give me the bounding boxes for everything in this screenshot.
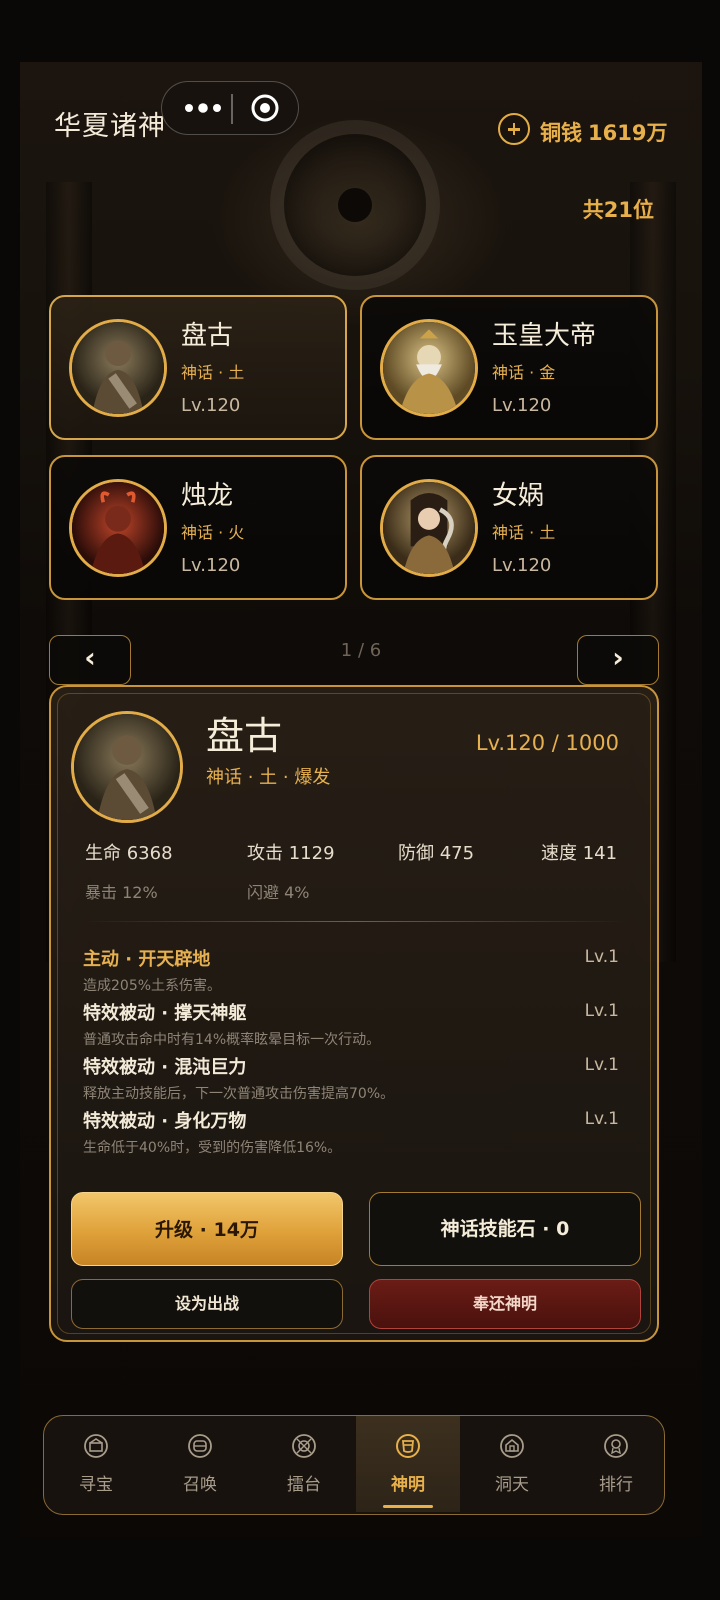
tab-label: 召唤 <box>183 1475 217 1495</box>
god-name: 女娲 <box>492 481 545 511</box>
god-card-jade-emperor[interactable]: 玉皇大帝 神话 · 金 Lv.120 <box>360 295 658 440</box>
game-screen: 华夏诸神 铜钱 1619万 共21位 盘古 神话 · 土 Lv.120 玉皇大帝 … <box>20 62 702 1537</box>
god-name: 盘古 <box>181 321 234 351</box>
god-tags: 神话 · 土 <box>181 363 245 382</box>
mini-program-capsule <box>161 81 299 135</box>
stats-divider <box>81 921 627 922</box>
skill-level: Lv.1 <box>584 1001 619 1021</box>
tab-gods[interactable]: 神明 <box>356 1416 460 1512</box>
god-tags: 神话 · 土 <box>492 523 556 542</box>
background-jade-disc <box>270 120 440 290</box>
stat-crit: 暴击 12% <box>85 883 158 902</box>
god-portrait-jade-emperor <box>380 319 478 417</box>
stat-speed: 速度 141 <box>541 843 618 864</box>
tab-arena[interactable]: 擂台 <box>252 1416 356 1512</box>
detail-portrait <box>71 711 183 823</box>
skill-name: 主动 · 开天辟地 <box>83 949 211 970</box>
stat-dodge: 闪避 4% <box>247 883 310 902</box>
cave-icon <box>500 1434 524 1458</box>
bottom-tab-bar: 寻宝 召唤 擂台 神明 洞天 排行 <box>43 1415 665 1515</box>
stat-defense: 防御 475 <box>398 843 475 864</box>
god-tags: 神话 · 火 <box>181 523 245 542</box>
next-page-button[interactable]: › <box>577 635 659 685</box>
skill-name: 特效被动 · 身化万物 <box>83 1111 247 1132</box>
detail-god-tags: 神话 · 土 · 爆发 <box>206 767 331 788</box>
god-portrait-zhulong <box>69 479 167 577</box>
god-level: Lv.120 <box>181 395 241 416</box>
skill-name: 特效被动 · 撑天神躯 <box>83 1003 247 1024</box>
skill-level: Lv.1 <box>584 1055 619 1075</box>
skill-stone-button[interactable]: 神话技能石 · 0 <box>369 1192 641 1266</box>
tab-cave[interactable]: 洞天 <box>460 1416 564 1512</box>
god-name: 玉皇大帝 <box>492 321 597 351</box>
tab-summon[interactable]: 召唤 <box>148 1416 252 1512</box>
close-miniprogram-icon[interactable] <box>250 93 280 123</box>
god-portrait-pangu <box>69 319 167 417</box>
tab-label: 排行 <box>599 1475 633 1495</box>
capsule-separator <box>231 94 233 124</box>
upgrade-button[interactable]: 升级 · 14万 <box>71 1192 343 1266</box>
return-god-button[interactable]: 奉还神明 <box>369 1279 641 1329</box>
skill-description: 造成205%土系伤害。 <box>83 978 222 994</box>
tab-label: 洞天 <box>495 1475 529 1495</box>
god-name: 烛龙 <box>181 481 234 511</box>
god-count: 共21位 <box>582 198 654 222</box>
stat-attack: 攻击 1129 <box>247 843 335 864</box>
page-title: 华夏诸神 <box>54 111 166 142</box>
summon-icon <box>188 1434 212 1458</box>
ranking-icon <box>604 1434 628 1458</box>
arena-icon <box>292 1434 316 1458</box>
treasure-icon <box>84 1434 108 1458</box>
skill-name: 特效被动 · 混沌巨力 <box>83 1057 247 1078</box>
god-tags: 神话 · 金 <box>492 363 556 382</box>
set-deploy-button[interactable]: 设为出战 <box>71 1279 343 1329</box>
tab-ranking[interactable]: 排行 <box>564 1416 668 1512</box>
more-icon[interactable] <box>180 97 226 119</box>
active-tab-indicator <box>383 1505 433 1508</box>
coins-balance: 铜钱 1619万 <box>540 117 667 147</box>
tab-treasure[interactable]: 寻宝 <box>44 1416 148 1512</box>
skill-level: Lv.1 <box>584 1109 619 1129</box>
skill-description: 释放主动技能后，下一次普通攻击伤害提高70%。 <box>83 1086 395 1102</box>
skill-description: 生命低于40%时，受到的伤害降低16%。 <box>83 1140 342 1156</box>
god-card-pangu[interactable]: 盘古 神话 · 土 Lv.120 <box>49 295 347 440</box>
god-card-zhulong[interactable]: 烛龙 神话 · 火 Lv.120 <box>49 455 347 600</box>
gods-icon <box>396 1434 420 1458</box>
coins-label: 铜钱 <box>540 121 582 145</box>
coins-value: 1619万 <box>588 121 668 145</box>
detail-god-name: 盘古 <box>206 714 283 758</box>
god-level: Lv.120 <box>181 555 241 576</box>
skill-description: 普通攻击命中时有14%概率眩晕目标一次行动。 <box>83 1032 381 1048</box>
god-card-nuwa[interactable]: 女娲 神话 · 土 Lv.120 <box>360 455 658 600</box>
add-coins-icon[interactable] <box>498 113 530 145</box>
god-level: Lv.120 <box>492 555 552 576</box>
stat-hp: 生命 6368 <box>85 843 173 864</box>
god-level: Lv.120 <box>492 395 552 416</box>
tab-label: 神明 <box>391 1475 425 1495</box>
tab-label: 擂台 <box>287 1475 321 1495</box>
god-detail-panel: 盘古 神话 · 土 · 爆发 Lv.120 / 1000 生命 6368 攻击 … <box>49 685 659 1342</box>
detail-god-level: Lv.120 / 1000 <box>475 731 619 755</box>
skill-level: Lv.1 <box>584 947 619 967</box>
tab-label: 寻宝 <box>79 1475 113 1495</box>
god-portrait-nuwa <box>380 479 478 577</box>
